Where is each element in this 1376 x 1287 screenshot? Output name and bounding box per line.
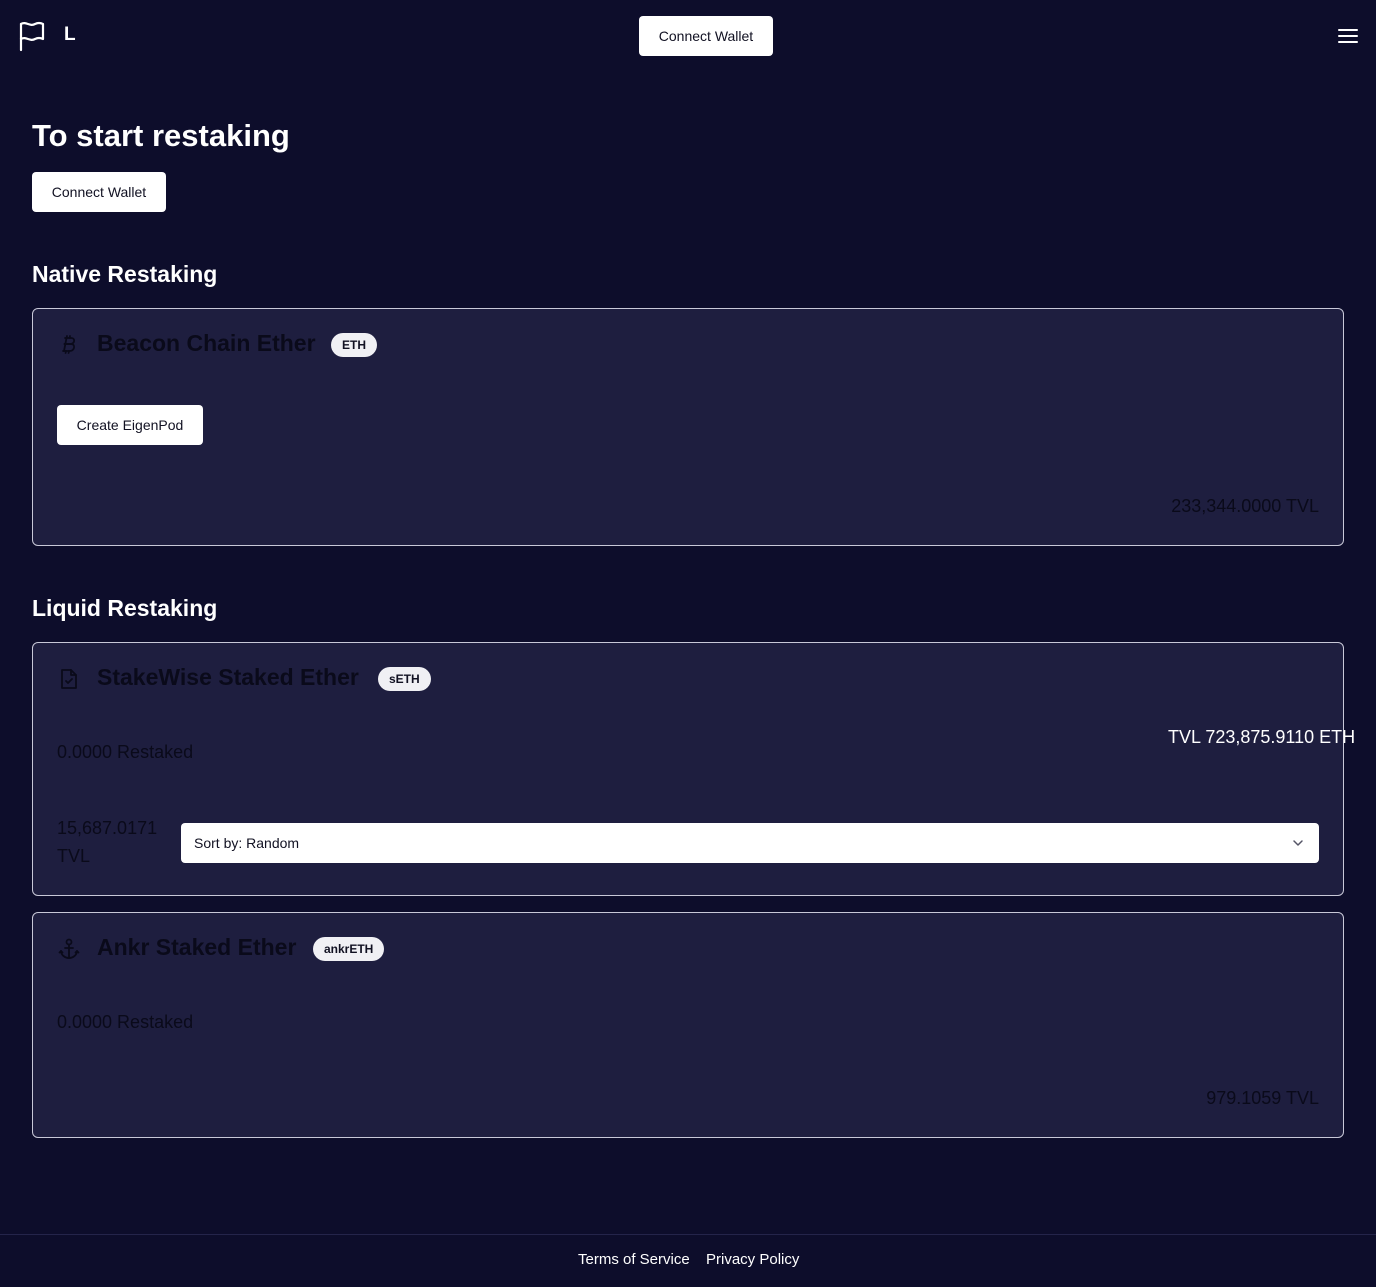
hamburger-menu-icon[interactable] (1337, 26, 1359, 46)
brand-logo-text[interactable]: L (64, 24, 76, 46)
asset-symbol-badge: sETH (378, 667, 431, 691)
tvl-value: 979.1059 TVL (1206, 1088, 1319, 1108)
tvl-amount: 15,687.0171 (57, 818, 158, 838)
create-eigenpod-button[interactable]: Create EigenPod (57, 405, 203, 445)
bitcoin-icon (62, 335, 76, 354)
flag-icon[interactable] (18, 20, 46, 52)
restaked-amount: 0.0000 Restaked (57, 1012, 194, 1032)
native-restaking-heading: Native Restaking (32, 261, 218, 287)
asset-name: StakeWise Staked Ether (97, 664, 359, 690)
terms-of-service-link[interactable]: Terms of Service (578, 1251, 690, 1268)
footer-divider (0, 1234, 1376, 1235)
asset-name: Ankr Staked Ether (97, 934, 297, 960)
tvl-eth-value: TVL 723,875.9110 ETH (1168, 727, 1356, 747)
page-title: To start restaking (32, 118, 290, 153)
liquid-restaking-heading: Liquid Restaking (32, 595, 218, 621)
privacy-policy-link[interactable]: Privacy Policy (706, 1251, 799, 1268)
anchor-icon (58, 938, 80, 959)
header-connect-wallet-button[interactable]: Connect Wallet (639, 16, 773, 56)
asset-symbol-badge: ankrETH (313, 937, 385, 961)
connect-wallet-button[interactable]: Connect Wallet (32, 172, 166, 212)
sort-select[interactable]: Sort by: Random (181, 823, 1319, 863)
sort-select-value: Sort by: Random (194, 835, 300, 851)
chevron-down-icon[interactable] (1291, 836, 1305, 850)
asset-name: Beacon Chain Ether (97, 330, 316, 356)
tvl-label: TVL (57, 846, 91, 866)
tvl-value: 233,344.0000 TVL (1171, 496, 1319, 516)
document-icon (61, 669, 77, 689)
restaked-amount: 0.0000 Restaked (57, 742, 194, 762)
asset-symbol-badge: ETH (331, 333, 377, 357)
